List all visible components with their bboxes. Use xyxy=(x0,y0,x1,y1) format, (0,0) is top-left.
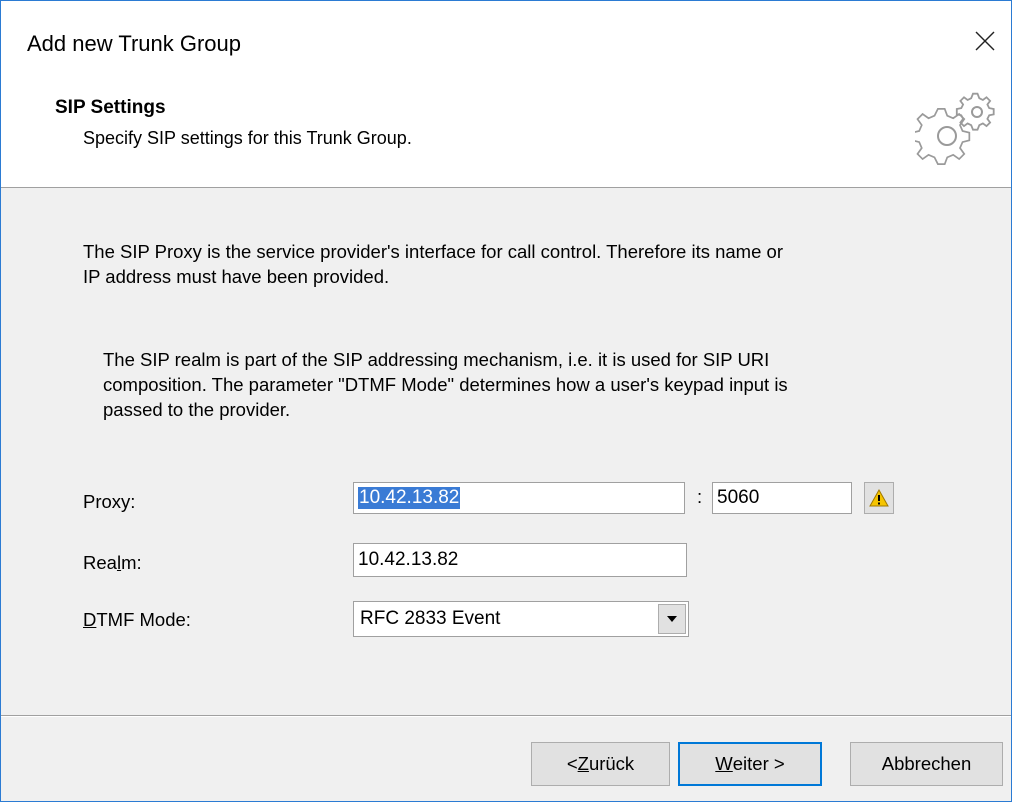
text-line: passed to the provider. xyxy=(103,399,291,420)
button-accelerator: Z xyxy=(577,753,589,774)
realm-input[interactable]: 10.42.13.82 xyxy=(353,543,687,577)
gear-icon xyxy=(915,92,995,166)
dialog-window: Add new Trunk Group SIP Settings Specify… xyxy=(0,0,1012,802)
dtmf-label-text: TMF Mode: xyxy=(96,609,191,630)
realm-label-text: Rea xyxy=(83,552,117,573)
dtmf-label-accelerator: D xyxy=(83,609,97,630)
button-text: < xyxy=(566,753,578,774)
wizard-header: SIP Settings Specify SIP settings for th… xyxy=(1,81,1011,188)
proxy-description: The SIP Proxy is the service provider's … xyxy=(83,239,783,289)
realm-label-text: m: xyxy=(121,552,142,573)
cancel-button[interactable]: Abbrechen xyxy=(850,742,1003,786)
dropdown-button[interactable] xyxy=(658,604,686,634)
next-button[interactable]: Weiter > xyxy=(678,742,822,786)
page-subtitle: Specify SIP settings for this Trunk Grou… xyxy=(83,128,412,148)
port-separator: : xyxy=(697,486,703,507)
dtmf-mode-select[interactable]: RFC 2833 Event xyxy=(353,601,689,637)
realm-description: The SIP realm is part of the SIP address… xyxy=(103,347,788,422)
button-text: eiter > xyxy=(732,753,785,774)
close-icon xyxy=(975,31,995,51)
button-accelerator: W xyxy=(715,753,733,774)
text-line: The SIP realm is part of the SIP address… xyxy=(103,349,770,370)
page-title: SIP Settings xyxy=(55,97,166,118)
proxy-input-value: 10.42.13.82 xyxy=(358,487,461,509)
proxy-label: Proxy: xyxy=(83,491,136,512)
warning-icon xyxy=(869,489,889,507)
title-bar: Add new Trunk Group xyxy=(1,1,1011,81)
button-text: urück xyxy=(588,753,635,774)
dtmf-mode-label: DTMF Mode: xyxy=(83,609,191,631)
port-input-value: 5060 xyxy=(717,487,760,508)
window-title: Add new Trunk Group xyxy=(27,31,242,56)
port-input[interactable]: 5060 xyxy=(712,482,852,514)
close-button[interactable] xyxy=(967,23,1003,59)
realm-input-value: 10.42.13.82 xyxy=(358,549,459,570)
proxy-warning-button[interactable] xyxy=(864,482,894,514)
footer-divider xyxy=(1,715,1011,717)
realm-label: Realm: xyxy=(83,552,142,574)
proxy-input[interactable]: 10.42.13.82 xyxy=(353,482,685,514)
text-line: IP address must have been provided. xyxy=(83,266,390,287)
text-line: composition. The parameter "DTMF Mode" d… xyxy=(103,374,788,395)
text-line: The SIP Proxy is the service provider's … xyxy=(83,241,783,262)
dtmf-mode-value: RFC 2833 Event xyxy=(360,608,501,629)
chevron-down-icon xyxy=(667,616,677,622)
back-button[interactable]: < Zurück xyxy=(531,742,670,786)
